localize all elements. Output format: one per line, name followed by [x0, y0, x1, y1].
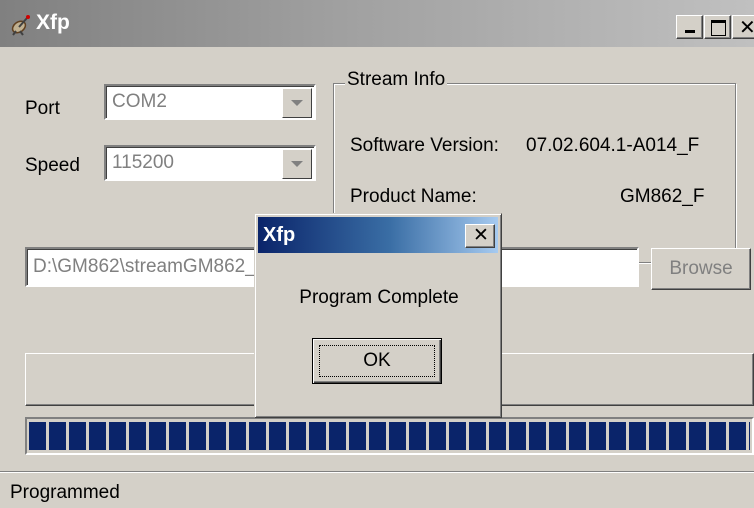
dialog-title-bar[interactable]: Xfp ✕ — [258, 217, 498, 253]
close-button[interactable]: ✕ — [732, 15, 754, 39]
stream-info-legend: Stream Info — [345, 69, 448, 91]
browse-button[interactable]: Browse — [651, 248, 751, 290]
port-label: Port — [25, 98, 60, 119]
software-version-value: 07.02.604.1-A014_F — [526, 135, 700, 156]
port-value: COM2 — [112, 91, 167, 112]
software-version-label: Software Version: — [350, 135, 499, 156]
product-name-value: GM862_F — [620, 186, 705, 207]
maximize-icon — [711, 20, 726, 36]
speed-select[interactable]: 115200 — [104, 145, 316, 181]
dialog-message: Program Complete — [299, 287, 459, 308]
browse-label: Browse — [669, 258, 733, 279]
status-text: Programmed — [10, 482, 120, 503]
close-icon: ✕ — [739, 15, 754, 39]
speed-label: Speed — [25, 155, 80, 176]
progress-bar — [25, 417, 754, 455]
title-bar[interactable]: Xfp ✕ — [0, 0, 754, 47]
dialog-title: Xfp — [263, 224, 296, 246]
speed-value: 115200 — [112, 152, 174, 173]
maximize-button[interactable] — [704, 15, 731, 39]
dialog-close-button[interactable]: ✕ — [465, 224, 495, 248]
port-select[interactable]: COM2 — [104, 84, 316, 120]
satellite-dish-icon[interactable] — [10, 14, 32, 36]
firmware-path-value: D:\GM862\streamGM862_F — [33, 256, 268, 277]
program-complete-dialog: Xfp ✕ Program Complete OK — [254, 213, 502, 418]
speed-dropdown-button[interactable] — [282, 149, 312, 179]
chevron-down-icon — [291, 161, 303, 167]
window-title: Xfp — [36, 11, 70, 34]
minimize-icon — [685, 30, 695, 33]
product-name-label: Product Name: — [350, 186, 477, 207]
progress-fill — [29, 422, 750, 450]
ok-button[interactable]: OK — [312, 338, 442, 384]
ok-label: OK — [363, 350, 391, 371]
minimize-button[interactable] — [676, 15, 703, 39]
close-icon: ✕ — [473, 224, 489, 246]
port-dropdown-button[interactable] — [282, 88, 312, 118]
chevron-down-icon — [291, 100, 303, 106]
